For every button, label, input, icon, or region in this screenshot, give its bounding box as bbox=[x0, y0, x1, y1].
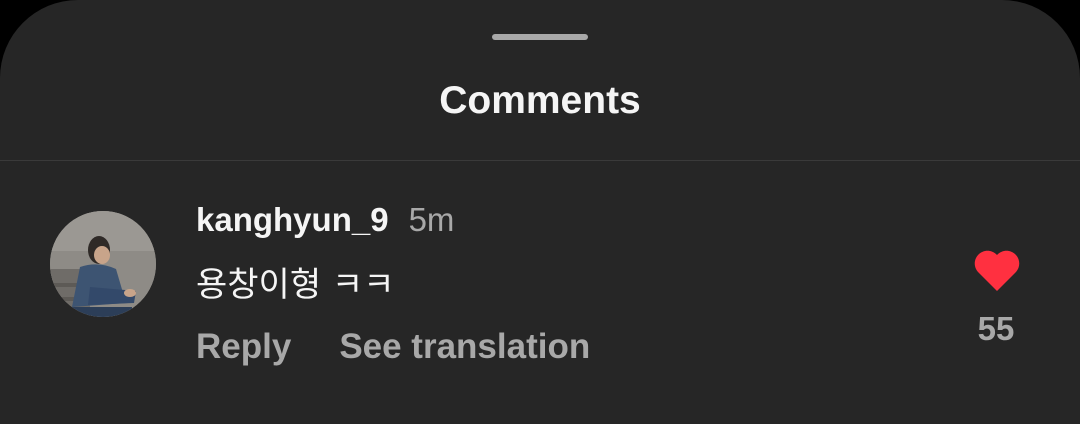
avatar[interactable] bbox=[50, 211, 156, 317]
see-translation-button[interactable]: See translation bbox=[339, 325, 590, 369]
drag-handle[interactable] bbox=[492, 34, 588, 40]
header-divider bbox=[0, 160, 1080, 161]
sheet-title: Comments bbox=[439, 79, 641, 122]
reply-button[interactable]: Reply bbox=[196, 325, 291, 369]
like-count: 55 bbox=[977, 310, 1015, 347]
comment-body: 용창이형 ㅋㅋ bbox=[196, 265, 395, 305]
comment-timestamp: 5m bbox=[408, 201, 455, 238]
comment-actions: Reply See translation bbox=[196, 325, 590, 369]
heart-icon[interactable] bbox=[973, 250, 1021, 292]
avatar-photo bbox=[50, 211, 156, 317]
comment-username[interactable]: kanghyun_9 bbox=[196, 201, 389, 239]
comments-sheet: Comments kanghyun_9 5m 용창이형 ㅋㅋ Reply See… bbox=[0, 0, 1080, 424]
comment-header: kanghyun_9 5m bbox=[196, 201, 454, 245]
